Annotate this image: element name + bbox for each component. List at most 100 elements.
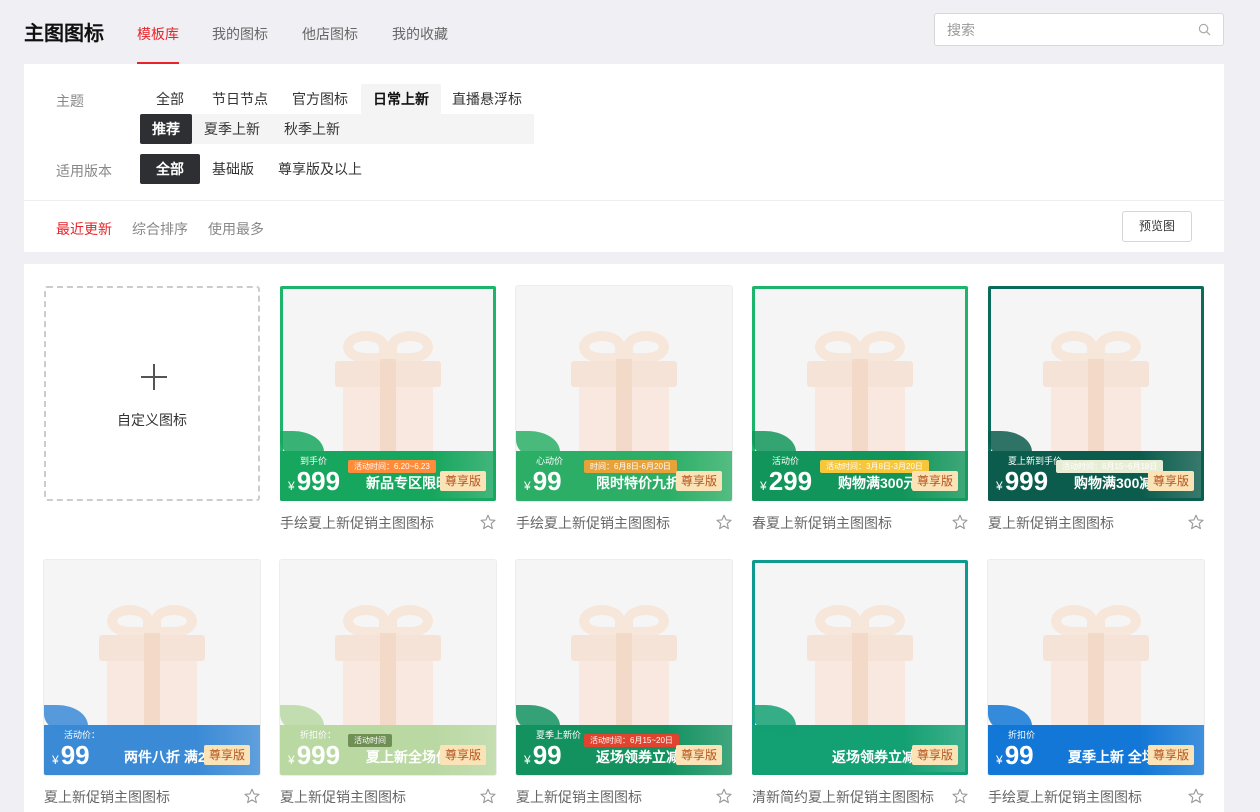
- template-name: 手绘夏上新促销主图图标: [280, 515, 434, 531]
- template-card: 夏上新到手价 ¥999 活动时间：6月15~6月18日 购物满300减30 尊享版夏上新…: [988, 286, 1204, 531]
- gift-placeholder-icon: [335, 331, 441, 451]
- template-thumbnail[interactable]: 折扣价 ¥99 夏季上新 全场 尊享版: [988, 560, 1204, 775]
- subtheme-option-recommended[interactable]: 推荐: [140, 114, 192, 144]
- theme-option-holiday[interactable]: 节日节点: [200, 84, 280, 114]
- template-thumbnail[interactable]: 活动价 ¥299 活动时间：3月8日-3月20日 购物满300元减 尊享版: [752, 286, 968, 501]
- gift-placeholder-icon: [335, 605, 441, 725]
- price-value: ¥99: [524, 466, 562, 496]
- subtheme-options: 推荐 夏季上新 秋季上新: [140, 114, 534, 144]
- premium-badge: 尊享版: [1148, 471, 1194, 491]
- price-value: ¥299: [760, 466, 813, 496]
- plus-icon: [141, 364, 167, 390]
- template-name: 夏上新促销主图图标: [988, 515, 1114, 531]
- template-name: 清新简约夏上新促销主图图标: [752, 789, 934, 805]
- theme-option-daily-new[interactable]: 日常上新: [361, 84, 441, 114]
- price-number: 299: [768, 466, 813, 496]
- promo-slogan: 新品专区限时: [366, 475, 450, 491]
- premium-badge: 尊享版: [1148, 745, 1194, 765]
- subtheme-option-autumn[interactable]: 秋季上新: [272, 114, 352, 144]
- template-thumbnail[interactable]: 折扣价： ¥999 活动时间 夏上新全场优惠 尊享版: [280, 560, 496, 775]
- theme-option-all[interactable]: 全部: [144, 84, 196, 114]
- subtheme-option-summer[interactable]: 夏季上新: [192, 114, 272, 144]
- template-card: ¥返场领券立减10元尊享版清新简约夏上新促销主图图标: [752, 560, 968, 805]
- template-thumbnail[interactable]: 到手价 ¥999 活动时间：6.20~6.23 新品专区限时 尊享版: [280, 286, 496, 501]
- premium-badge: 尊享版: [440, 745, 486, 765]
- favorite-star-icon[interactable]: [1188, 788, 1204, 804]
- template-name: 手绘夏上新促销主图图标: [516, 515, 670, 531]
- template-thumbnail[interactable]: 夏上新到手价 ¥999 活动时间：6月15~6月18日 购物满300减30 尊享版: [988, 286, 1204, 501]
- event-time: 活动时间：6.20~6.23: [348, 460, 436, 473]
- price-value: ¥99: [52, 740, 90, 770]
- promo-slogan: 返场领券立减: [596, 749, 680, 765]
- price-value: ¥999: [996, 466, 1049, 496]
- template-thumbnail[interactable]: 活动价： ¥99 两件八折 满20 尊享版: [44, 560, 260, 775]
- search-input[interactable]: [935, 14, 1175, 45]
- gift-placeholder-icon: [571, 331, 677, 451]
- favorite-star-icon[interactable]: [480, 788, 496, 804]
- search-icon[interactable]: [1198, 23, 1211, 36]
- divider: [24, 200, 1224, 201]
- version-option-basic[interactable]: 基础版: [200, 154, 266, 184]
- version-option-all[interactable]: 全部: [140, 154, 200, 184]
- template-name: 春夏上新促销主图图标: [752, 515, 892, 531]
- page-title: 主图图标: [24, 23, 104, 45]
- favorite-star-icon[interactable]: [716, 788, 732, 804]
- premium-badge: 尊享版: [204, 745, 250, 765]
- promo-slogan: 限时特价九折: [596, 475, 680, 491]
- favorite-star-icon[interactable]: [716, 514, 732, 530]
- premium-badge: 尊享版: [912, 471, 958, 491]
- price-number: 999: [296, 740, 341, 770]
- template-card: 活动价： ¥99 两件八折 满20 尊享版 夏上新促销主图图标: [44, 560, 260, 805]
- preview-button[interactable]: 预览图: [1122, 211, 1192, 242]
- event-time: 时间：6月8日-6月20日: [584, 460, 677, 473]
- template-name: 夏上新促销主图图标: [44, 789, 170, 805]
- gift-placeholder-icon: [807, 331, 913, 451]
- template-thumbnail[interactable]: 夏季上新价 ¥99 活动时间：6月15~20日 返场领券立减 尊享版: [516, 560, 732, 775]
- theme-label: 主题: [56, 93, 84, 109]
- template-card: 夏季上新价 ¥99 活动时间：6月15~20日 返场领券立减 尊享版 夏上新促销主图图标: [516, 560, 732, 805]
- tab-my-icons[interactable]: 我的图标: [212, 24, 268, 64]
- premium-badge: 尊享版: [676, 471, 722, 491]
- search-box[interactable]: [934, 13, 1224, 46]
- template-thumbnail[interactable]: ¥返场领券立减10元尊享版: [752, 560, 968, 775]
- favorite-star-icon[interactable]: [952, 514, 968, 530]
- price-number: 99: [60, 740, 90, 770]
- price-number: 99: [532, 740, 562, 770]
- template-name: 夏上新促销主图图标: [516, 789, 642, 805]
- price-value: ¥999: [288, 466, 341, 496]
- favorite-star-icon[interactable]: [244, 788, 260, 804]
- sort-comprehensive[interactable]: 综合排序: [132, 219, 188, 239]
- gift-placeholder-icon: [99, 605, 205, 725]
- template-thumbnail[interactable]: 心动价 ¥99 时间：6月8日-6月20日 限时特价九折 尊享版: [516, 286, 732, 501]
- price-value: ¥99: [524, 740, 562, 770]
- gift-placeholder-icon: [807, 605, 913, 725]
- theme-option-official[interactable]: 官方图标: [280, 84, 360, 114]
- gift-placeholder-icon: [1043, 331, 1149, 451]
- tab-template-library[interactable]: 模板库: [137, 24, 179, 64]
- premium-badge: 尊享版: [912, 745, 958, 765]
- template-card: 活动价 ¥299 活动时间：3月8日-3月20日 购物满300元减 尊享版春夏上新促销主…: [752, 286, 968, 531]
- event-time: 活动时间: [348, 734, 392, 747]
- sort-recent[interactable]: 最近更新: [56, 219, 112, 239]
- top-bar: 主图图标 模板库 我的图标 他店图标 我的收藏: [0, 0, 1260, 64]
- promo-slogan: 两件八折 满20: [124, 749, 214, 765]
- premium-badge: 尊享版: [440, 471, 486, 491]
- event-time: 活动时间：6月15~20日: [584, 734, 679, 747]
- promo-slogan: 夏季上新 全场: [1068, 749, 1156, 765]
- custom-icon-label: 自定义图标: [117, 412, 187, 428]
- sort-most-used[interactable]: 使用最多: [208, 219, 264, 239]
- gift-placeholder-icon: [571, 605, 677, 725]
- favorite-star-icon[interactable]: [952, 788, 968, 804]
- version-option-premium[interactable]: 尊享版及以上: [266, 154, 374, 184]
- tab-other-store-icons[interactable]: 他店图标: [302, 24, 358, 64]
- favorite-star-icon[interactable]: [1188, 514, 1204, 530]
- price-value: ¥99: [996, 740, 1034, 770]
- theme-option-live-float[interactable]: 直播悬浮标: [440, 84, 534, 114]
- favorite-star-icon[interactable]: [480, 514, 496, 530]
- price-value: ¥999: [288, 740, 341, 770]
- tab-my-favorites[interactable]: 我的收藏: [392, 24, 448, 64]
- template-card: 到手价 ¥999 活动时间：6.20~6.23 新品专区限时 尊享版 手绘夏上新促销主图图…: [280, 286, 496, 531]
- template-card: 折扣价 ¥99 夏季上新 全场 尊享版 手绘夏上新促销主图图标: [988, 560, 1204, 805]
- custom-icon-card[interactable]: 自定义图标: [44, 286, 260, 501]
- price-number: 999: [1004, 466, 1049, 496]
